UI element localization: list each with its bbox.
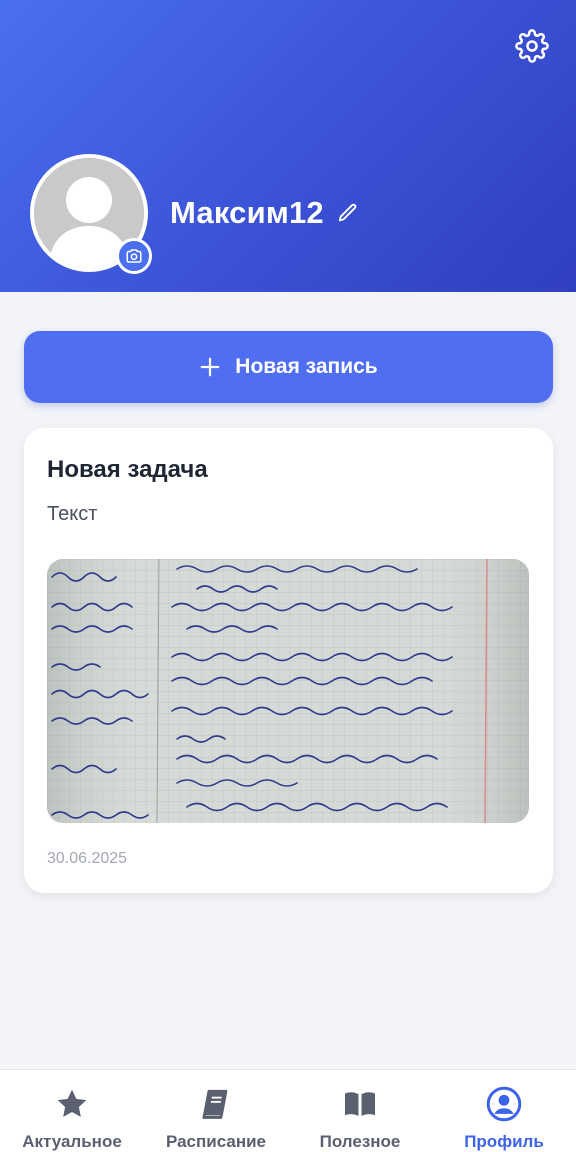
- username-row: Максим12: [170, 195, 360, 231]
- star-icon: [54, 1086, 90, 1122]
- username: Максим12: [170, 195, 324, 230]
- open-book-icon: [342, 1086, 378, 1122]
- nav-item-current[interactable]: Актуальное: [0, 1070, 144, 1152]
- nav-item-schedule[interactable]: Расписание: [144, 1070, 288, 1152]
- change-photo-button[interactable]: [116, 238, 152, 274]
- entry-text: Текст: [47, 503, 98, 525]
- profile-header: Максим12: [0, 0, 576, 292]
- entry-title: Новая задача: [47, 456, 208, 483]
- nav-label: Расписание: [165, 1132, 267, 1151]
- entry-image[interactable]: [47, 559, 529, 823]
- book-icon: [198, 1086, 234, 1122]
- pencil-icon: [338, 203, 357, 222]
- nav-item-useful[interactable]: Полезное: [288, 1070, 432, 1152]
- gear-icon: [515, 29, 549, 63]
- bottom-nav: Актуальное Расписание Полезное Профиль: [0, 1069, 576, 1152]
- new-entry-button[interactable]: Новая запись: [24, 331, 553, 403]
- entry-date: 30.06.2025: [47, 850, 128, 867]
- entry-card[interactable]: Новая задача Текст 30.06.2025: [24, 428, 553, 893]
- edit-username-button[interactable]: [336, 201, 360, 225]
- camera-icon: [126, 249, 142, 263]
- nav-label: Актуальное: [22, 1132, 122, 1151]
- user-icon: [486, 1086, 522, 1122]
- nav-label: Профиль: [464, 1132, 544, 1151]
- avatar-container: [30, 154, 152, 274]
- notebook-photo: [47, 559, 529, 823]
- nav-label: Полезное: [319, 1132, 401, 1151]
- plus-icon: [200, 357, 220, 377]
- settings-button[interactable]: [514, 28, 550, 64]
- profile-screen: Максим12 Новая запись Новая задача Текст: [0, 0, 576, 1152]
- new-entry-label: Новая запись: [235, 355, 378, 378]
- nav-item-profile[interactable]: Профиль: [432, 1070, 576, 1152]
